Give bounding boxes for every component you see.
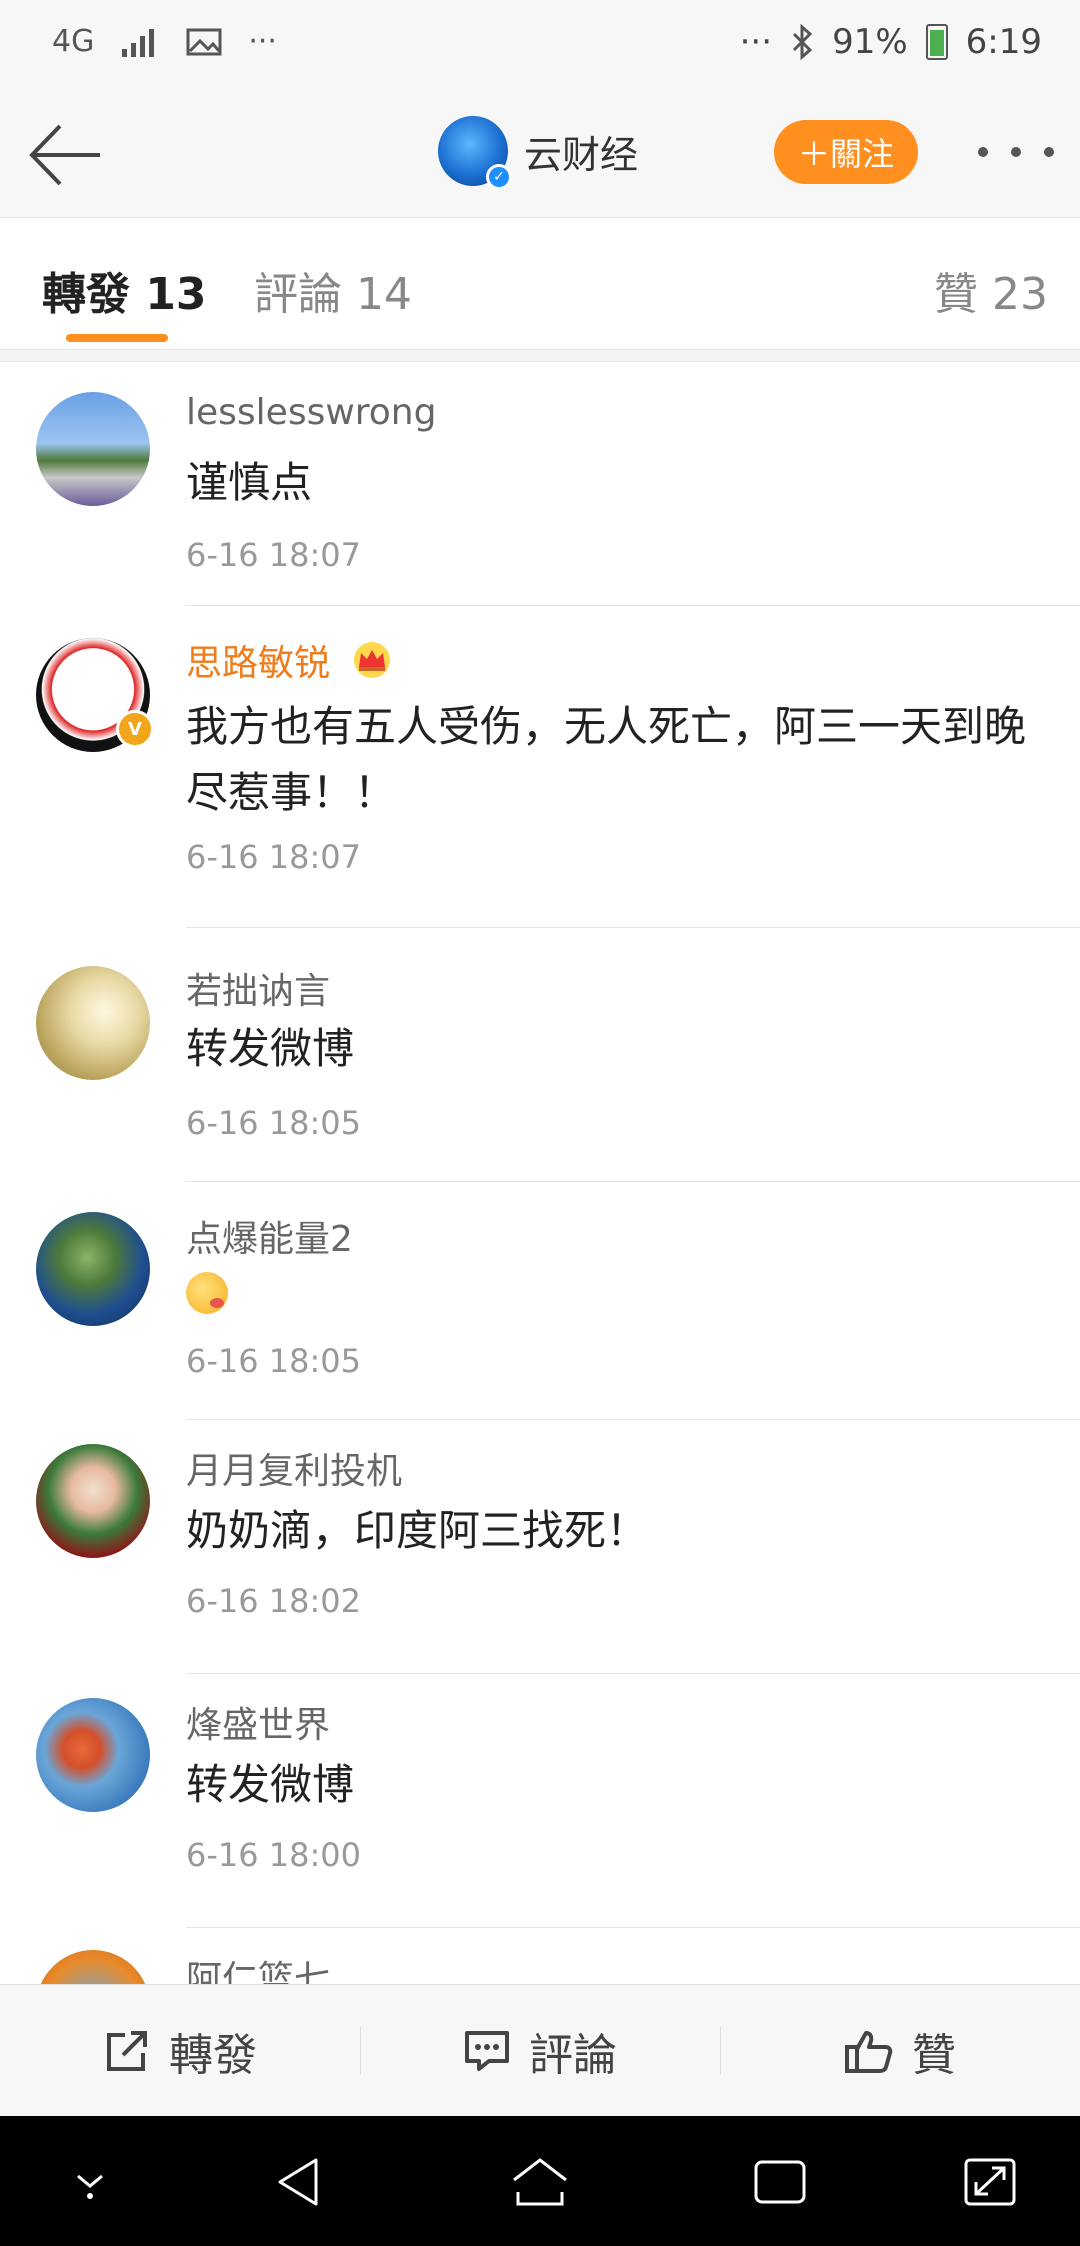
recents-nav-icon[interactable] (750, 2154, 810, 2210)
timestamp: 6-16 18:05 (186, 1104, 362, 1142)
account-name: 云财经 (524, 132, 639, 177)
follow-button[interactable]: ＋關注 (774, 120, 918, 184)
verified-icon: ✓ (486, 164, 512, 190)
network-indicator: 4G (52, 24, 95, 59)
username[interactable]: 阿仁篮七 (186, 1950, 330, 1984)
timestamp: 6-16 18:00 (186, 1836, 362, 1874)
list-item[interactable]: 点爆能量2 6-16 18:05 (0, 1182, 1080, 1420)
comment-label: 評論 (529, 2029, 617, 2081)
more-status-indicator: ··· (739, 22, 773, 62)
comment-text: 转发微博 (186, 1024, 355, 1073)
username[interactable]: 点爆能量2 (186, 1210, 353, 1262)
account-link[interactable]: ✓ 云财经 (438, 116, 639, 190)
repost-button[interactable]: 轉發 (0, 1985, 360, 2116)
comment-text: 谨慎点 (186, 458, 313, 507)
tab-bar: 轉發 13 評論 14 贊 23 (0, 218, 1080, 350)
list-item[interactable]: 月月复利投机 奶奶滴，印度阿三找死！ 6-16 18:02 (0, 1420, 1080, 1674)
username: 思路敏锐 (186, 643, 331, 684)
comment-text: 奶奶滴，印度阿三找死！ (186, 1506, 649, 1555)
bluetooth-icon (793, 24, 813, 60)
action-bar: 轉發 評論 贊 (0, 1984, 1080, 2116)
list-item[interactable]: lesslesswrong 谨慎点 6-16 18:07 (0, 362, 1080, 606)
like-button[interactable]: 贊 (720, 1985, 1080, 2116)
list-item[interactable]: 阿仁篮七 (0, 1928, 1080, 1984)
username[interactable]: lesslesswrong (186, 392, 436, 433)
repost-list: lesslesswrong 谨慎点 6-16 18:07 V 思路敏锐 我方也有… (0, 362, 1080, 1984)
back-arrow-icon (29, 124, 100, 186)
battery-percentage: 91% (832, 22, 908, 62)
header: ✓ 云财经 ＋關注 (0, 90, 1080, 218)
comment-button[interactable]: 評論 (360, 1985, 720, 2116)
avatar[interactable] (36, 1444, 150, 1558)
battery-icon (925, 24, 948, 60)
repost-icon (107, 2030, 147, 2071)
username[interactable]: 若拙讷言 (186, 962, 330, 1014)
timestamp: 6-16 18:07 (186, 536, 362, 574)
hide-keyboard-icon[interactable] (60, 2154, 120, 2210)
section-separator (0, 350, 1080, 362)
list-item[interactable]: 若拙讷言 转发微博 6-16 18:05 (0, 928, 1080, 1182)
comment-text: 我方也有五人受伤，无人死亡，阿三一天到晚尽惹事！！ (186, 702, 1027, 817)
comment-text (186, 1264, 1056, 1333)
more-notifications-indicator: ··· (248, 24, 277, 59)
back-button[interactable] (26, 120, 106, 190)
comment-text: 转发微博 (186, 1760, 355, 1809)
account-avatar: ✓ (438, 116, 512, 190)
back-nav-icon[interactable] (270, 2154, 330, 2210)
clock: 6:19 (965, 22, 1042, 62)
rotate-screen-icon[interactable] (960, 2154, 1020, 2210)
avatar[interactable] (36, 1212, 150, 1326)
avatar[interactable] (36, 392, 150, 506)
avatar[interactable] (36, 1698, 150, 1812)
tab-repost[interactable]: 轉發 13 (42, 258, 207, 322)
active-tab-indicator (66, 334, 168, 342)
timestamp: 6-16 18:02 (186, 1582, 362, 1620)
timestamp: 6-16 18:07 (186, 838, 362, 876)
system-nav-bar (0, 2116, 1080, 2246)
comment-icon (465, 2030, 509, 2071)
timestamp: 6-16 18:05 (186, 1342, 362, 1380)
status-bar: 4G ··· ··· 91% 6:19 (0, 0, 1080, 90)
image-notification-icon (186, 28, 222, 55)
username-vip[interactable]: 思路敏锐 (186, 634, 393, 686)
like-label: 贊 (912, 2029, 956, 2081)
tab-like[interactable]: 贊 23 (934, 258, 1048, 322)
username[interactable]: 月月复利投机 (186, 1442, 402, 1494)
vip-crown-icon (354, 642, 391, 678)
drooling-emoji-icon (186, 1272, 228, 1314)
avatar[interactable] (36, 1950, 150, 1984)
thumbs-up-icon (845, 2030, 893, 2073)
avatar[interactable] (36, 966, 150, 1080)
username[interactable]: 烽盛世界 (186, 1696, 330, 1748)
tab-comment[interactable]: 評論 14 (254, 258, 412, 322)
list-item[interactable]: 烽盛世界 转发微博 6-16 18:00 (0, 1674, 1080, 1928)
list-item[interactable]: V 思路敏锐 我方也有五人受伤，无人死亡，阿三一天到晚尽惹事！！ 6-16 18… (0, 606, 1080, 928)
verified-badge-icon: V (116, 710, 154, 748)
repost-label: 轉發 (169, 2029, 257, 2081)
home-nav-icon[interactable] (510, 2154, 570, 2210)
signal-icon (122, 28, 155, 57)
more-options-icon[interactable] (978, 132, 1054, 172)
